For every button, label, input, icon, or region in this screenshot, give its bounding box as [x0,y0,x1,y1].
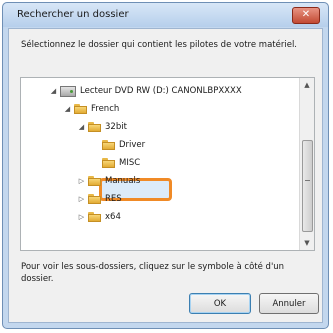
scroll-down-icon[interactable]: ▼ [300,236,314,250]
tree-item-label: French [91,104,120,114]
expand-arrow-icon[interactable]: ▷ [77,213,86,221]
tree-item-label: x64 [105,212,121,222]
tree-item-label: RES [105,194,122,204]
tree-item-label: 32bit [105,122,127,132]
folder-icon [102,158,115,168]
browse-folder-dialog: Rechercher un dossier ✕ Sélectionnez le … [2,2,329,329]
scroll-up-icon[interactable]: ▲ [300,78,314,92]
collapse-arrow-icon[interactable]: ◢ [63,105,72,113]
expand-arrow-icon[interactable]: ▷ [77,195,86,203]
dialog-body: Sélectionnez le dossier qui contient les… [8,28,323,323]
ok-button[interactable]: OK [189,293,251,314]
folder-icon [88,212,101,222]
folder-icon [88,122,101,132]
cancel-button[interactable]: Annuler [259,293,319,314]
tree-item-label: Manuals [105,176,141,186]
scrollbar-thumb[interactable] [302,140,313,232]
collapse-arrow-icon[interactable]: ◢ [49,87,58,95]
tree-item-driver[interactable]: Driver [91,136,145,154]
folder-icon [74,104,87,114]
collapse-arrow-icon[interactable]: ◢ [77,123,86,131]
tree-item-dvd-drive[interactable]: ◢ Lecteur DVD RW (D:) CANONLBPXXXX [49,82,242,100]
grip-icon [305,180,310,181]
folder-tree[interactable]: ◢ Lecteur DVD RW (D:) CANONLBPXXXX ◢ Fre… [20,77,315,251]
tree-item-french[interactable]: ◢ French [63,100,119,118]
vertical-scrollbar[interactable]: ▲ ▼ [299,78,314,250]
tree-item-x64[interactable]: ▷ x64 [77,208,121,226]
tree-item-32bit[interactable]: ◢ 32bit [77,118,127,136]
expand-arrow-icon[interactable]: ▷ [77,177,86,185]
folder-icon [88,176,101,186]
dialog-title: Rechercher un dossier [17,9,129,20]
tree-item-misc[interactable]: MISC [91,154,140,172]
title-bar[interactable]: Rechercher un dossier ✕ [3,3,328,27]
help-text: Pour voir les sous-dossiers, cliquez sur… [21,262,285,284]
folder-icon [102,140,115,150]
tree-item-label: Lecteur DVD RW (D:) CANONLBPXXXX [80,86,242,96]
instruction-text: Sélectionnez le dossier qui contient les… [21,40,298,50]
tree-item-label: MISC [119,158,141,168]
folder-icon [88,194,101,204]
tree-item-res[interactable]: ▷ RES [77,190,122,208]
dvd-drive-icon [60,85,76,97]
close-button[interactable]: ✕ [292,7,320,24]
tree-item-manuals[interactable]: ▷ Manuals [77,172,140,190]
close-icon: ✕ [301,9,311,20]
tree-item-label: Driver [119,140,146,150]
